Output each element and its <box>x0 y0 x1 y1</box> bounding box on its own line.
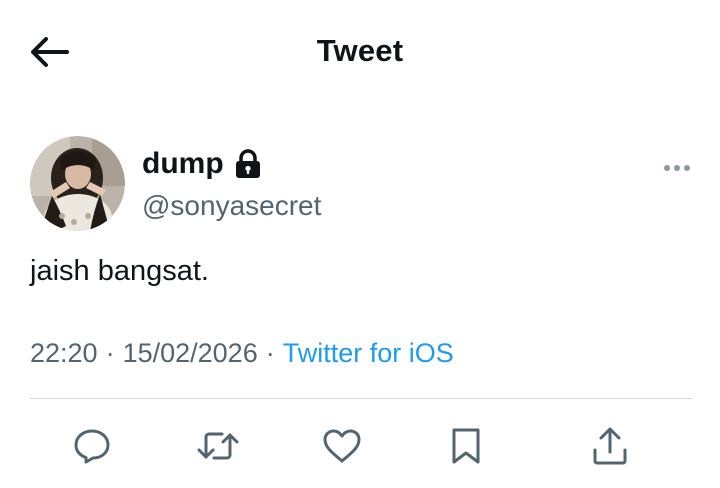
like-button[interactable] <box>320 424 364 468</box>
author-display-name[interactable]: dump <box>142 147 262 181</box>
tweet-action-bar <box>70 424 640 470</box>
retweet-button[interactable] <box>196 424 240 468</box>
share-button[interactable] <box>588 424 632 468</box>
tweet-source-link[interactable]: Twitter for iOS <box>283 338 454 368</box>
bookmark-button[interactable] <box>444 424 488 468</box>
author-handle[interactable]: @sonyasecret <box>142 190 321 222</box>
avatar[interactable] <box>30 136 125 231</box>
divider <box>30 398 692 399</box>
share-upload-icon <box>593 427 627 465</box>
more-options-button[interactable] <box>662 156 692 180</box>
retweet-icon <box>197 432 239 460</box>
page-title: Tweet <box>316 33 404 68</box>
reply-bubble-icon <box>74 429 110 464</box>
tweet-meta: 22:20 · 15/02/2026 · Twitter for iOS <box>30 338 454 369</box>
tweet-text: jaish bangsat. <box>30 255 209 287</box>
heart-icon <box>323 429 361 463</box>
tweet-date: 15/02/2026 <box>122 338 258 368</box>
display-name-text: dump <box>142 147 224 180</box>
tweet-detail-page: Tweet dump @sonyasecret jaish bangsat. 2… <box>0 0 720 488</box>
more-dots-icon <box>664 165 690 171</box>
lock-icon <box>234 149 262 179</box>
bookmark-icon <box>452 428 480 464</box>
tweet-time: 22:20 <box>30 338 98 368</box>
meta-separator: · <box>105 338 115 368</box>
author-row: dump @sonyasecret <box>30 136 692 232</box>
reply-button[interactable] <box>70 424 114 468</box>
meta-separator: · <box>265 338 275 368</box>
